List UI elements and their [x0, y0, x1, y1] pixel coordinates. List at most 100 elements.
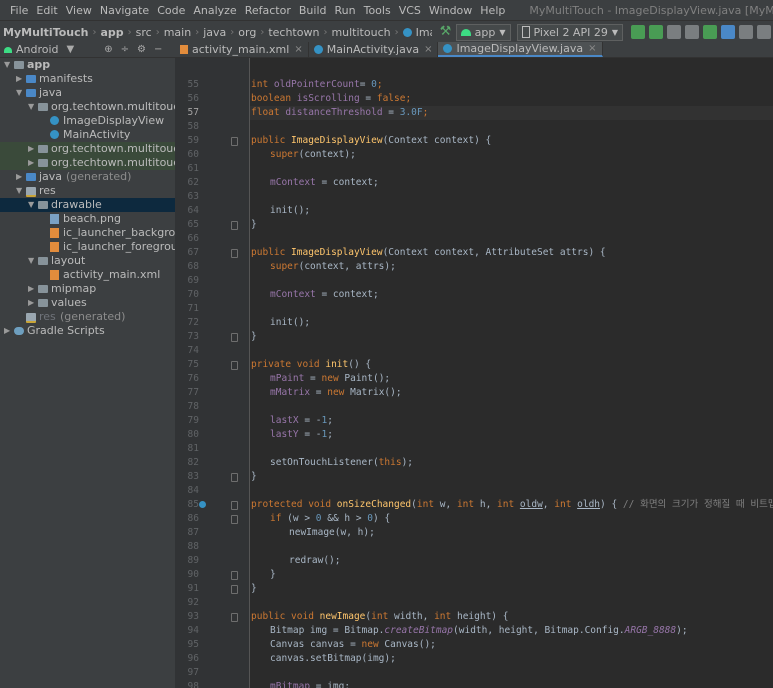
- tree-item[interactable]: ▶org.techtown.multitouch(test): [0, 156, 175, 170]
- expand-right-icon[interactable]: ▶: [28, 142, 34, 156]
- code-line[interactable]: 94 Bitmap img = Bitmap.createBitmap(width…: [175, 624, 773, 638]
- expand-right-icon[interactable]: ▶: [28, 282, 34, 296]
- chevron-down-icon[interactable]: ▼: [67, 44, 75, 55]
- tab-imagedisplayview-java[interactable]: ImageDisplayView.java ×: [438, 42, 603, 57]
- run-config-select[interactable]: app ▼: [455, 23, 511, 41]
- tree-item[interactable]: ▼ org.techtown.multitouch: [0, 100, 175, 114]
- menu-window[interactable]: Window: [425, 4, 476, 17]
- menu-build[interactable]: Build: [295, 4, 331, 17]
- code-line[interactable]: 63: [175, 190, 773, 204]
- code-line[interactable]: 69: [175, 274, 773, 288]
- code-line[interactable]: 86 if (w > 0 && h > 0) {: [175, 512, 773, 526]
- fold-marker-icon[interactable]: [231, 585, 238, 594]
- fold-marker-icon[interactable]: [231, 221, 238, 230]
- tree-item[interactable]: MainActivity: [0, 128, 175, 142]
- tree-item[interactable]: ▶org.techtown.multitouch(androidTest): [0, 142, 175, 156]
- code-line[interactable]: 90}: [175, 568, 773, 582]
- tree-item[interactable]: beach.png: [0, 212, 175, 226]
- menu-help[interactable]: Help: [476, 4, 509, 17]
- code-line[interactable]: 62 mContext = context;: [175, 176, 773, 190]
- code-line[interactable]: 70 mContext = context;: [175, 288, 773, 302]
- menu-file[interactable]: File: [6, 4, 32, 17]
- close-icon[interactable]: ×: [588, 43, 596, 54]
- hide-icon[interactable]: −: [154, 44, 162, 55]
- sync-icon[interactable]: [703, 25, 717, 39]
- project-view-mode[interactable]: Android: [16, 43, 59, 56]
- code-line[interactable]: 71: [175, 302, 773, 316]
- collapse-icon[interactable]: ÷: [121, 44, 129, 55]
- expand-down-icon[interactable]: ▼: [28, 254, 34, 268]
- override-method-icon[interactable]: [199, 501, 206, 508]
- breadcrumb-item[interactable]: techtown: [265, 26, 322, 39]
- search-icon[interactable]: [757, 25, 771, 39]
- code-line[interactable]: 60 super(context);: [175, 148, 773, 162]
- run-icon[interactable]: [631, 25, 645, 39]
- code-line[interactable]: 66: [175, 232, 773, 246]
- breadcrumb-item[interactable]: app: [97, 26, 126, 39]
- menu-code[interactable]: Code: [153, 4, 189, 17]
- expand-down-icon[interactable]: ▼: [16, 86, 22, 100]
- breadcrumb-item[interactable]: java: [200, 26, 229, 39]
- fold-marker-icon[interactable]: [231, 501, 238, 510]
- expand-right-icon[interactable]: ▶: [4, 324, 10, 338]
- code-line[interactable]: 55 int oldPointerCount= 0;: [175, 78, 773, 92]
- tree-item[interactable]: ▶ manifests: [0, 72, 175, 86]
- code-line[interactable]: 72 init();: [175, 316, 773, 330]
- code-line[interactable]: 84: [175, 484, 773, 498]
- tab-activity-main-xml[interactable]: activity_main.xml ×: [175, 42, 309, 57]
- code-line[interactable]: 82 setOnTouchListener(this);: [175, 456, 773, 470]
- tree-item[interactable]: ▼ app: [0, 58, 175, 72]
- fold-marker-icon[interactable]: [231, 137, 238, 146]
- breadcrumb-item[interactable]: src: [133, 26, 155, 39]
- avd-manager-icon[interactable]: [721, 25, 735, 39]
- menu-navigate[interactable]: Navigate: [96, 4, 153, 17]
- code-line[interactable]: 64 init();: [175, 204, 773, 218]
- expand-down-icon[interactable]: ▼: [28, 100, 34, 114]
- code-line[interactable]: 83}: [175, 470, 773, 484]
- breadcrumb-item[interactable]: multitouch: [328, 26, 393, 39]
- fold-marker-icon[interactable]: [231, 473, 238, 482]
- tree-item[interactable]: activity_main.xml: [0, 268, 175, 282]
- close-icon[interactable]: ×: [294, 44, 302, 55]
- fold-marker-icon[interactable]: [231, 333, 238, 342]
- code-line[interactable]: 59 public ImageDisplayView(Context contex…: [175, 134, 773, 148]
- menu-edit[interactable]: Edit: [32, 4, 61, 17]
- tree-item[interactable]: ic_launcher_foreground.xml(v24): [0, 240, 175, 254]
- menu-run[interactable]: Run: [331, 4, 360, 17]
- tree-item[interactable]: ic_launcher_background.xml: [0, 226, 175, 240]
- fold-marker-icon[interactable]: [231, 515, 238, 524]
- gear-icon[interactable]: ⚙: [137, 44, 146, 55]
- expand-right-icon[interactable]: ▶: [28, 296, 34, 310]
- breadcrumb-item[interactable]: main: [161, 26, 194, 39]
- code-line[interactable]: 65}: [175, 218, 773, 232]
- code-line[interactable]: 74: [175, 344, 773, 358]
- code-line[interactable]: 57 float distanceThreshold = 3.0F;: [175, 106, 773, 120]
- breadcrumb-item[interactable]: MyMultiTouch: [0, 26, 91, 39]
- fold-marker-icon[interactable]: [231, 571, 238, 580]
- expand-down-icon[interactable]: ▼: [16, 184, 22, 198]
- tree-item[interactable]: ▶ Gradle Scripts: [0, 324, 175, 338]
- expand-down-icon[interactable]: ▼: [28, 198, 34, 212]
- code-line[interactable]: 79 lastX = -1;: [175, 414, 773, 428]
- breadcrumb-item[interactable]: org: [235, 26, 259, 39]
- code-line[interactable]: 97: [175, 666, 773, 680]
- device-select[interactable]: Pixel 2 API 29 ▼: [516, 23, 623, 41]
- code-line[interactable]: 87 newImage(w, h);: [175, 526, 773, 540]
- code-line[interactable]: 56 boolean isScrolling = false;: [175, 92, 773, 106]
- expand-down-icon[interactable]: ▼: [4, 58, 10, 72]
- tree-item[interactable]: ▶ java (generated): [0, 170, 175, 184]
- code-line[interactable]: 81: [175, 442, 773, 456]
- tree-item[interactable]: ▼ java: [0, 86, 175, 100]
- code-line[interactable]: 85 protected void onSizeChanged(int w, in…: [175, 498, 773, 512]
- code-line[interactable]: 95 Canvas canvas = new Canvas();: [175, 638, 773, 652]
- tree-item[interactable]: ▼ res: [0, 184, 175, 198]
- code-line[interactable]: 76 mPaint = new Paint();: [175, 372, 773, 386]
- menu-view[interactable]: View: [62, 4, 96, 17]
- menu-analyze[interactable]: Analyze: [189, 4, 240, 17]
- tree-item[interactable]: ▼ layout: [0, 254, 175, 268]
- code-line[interactable]: 89 redraw();: [175, 554, 773, 568]
- code-line[interactable]: 92: [175, 596, 773, 610]
- code-line[interactable]: 75 private void init() {: [175, 358, 773, 372]
- code-line[interactable]: 93 public void newImage(int width, int he…: [175, 610, 773, 624]
- code-line[interactable]: 98 mBitmap = img;: [175, 680, 773, 688]
